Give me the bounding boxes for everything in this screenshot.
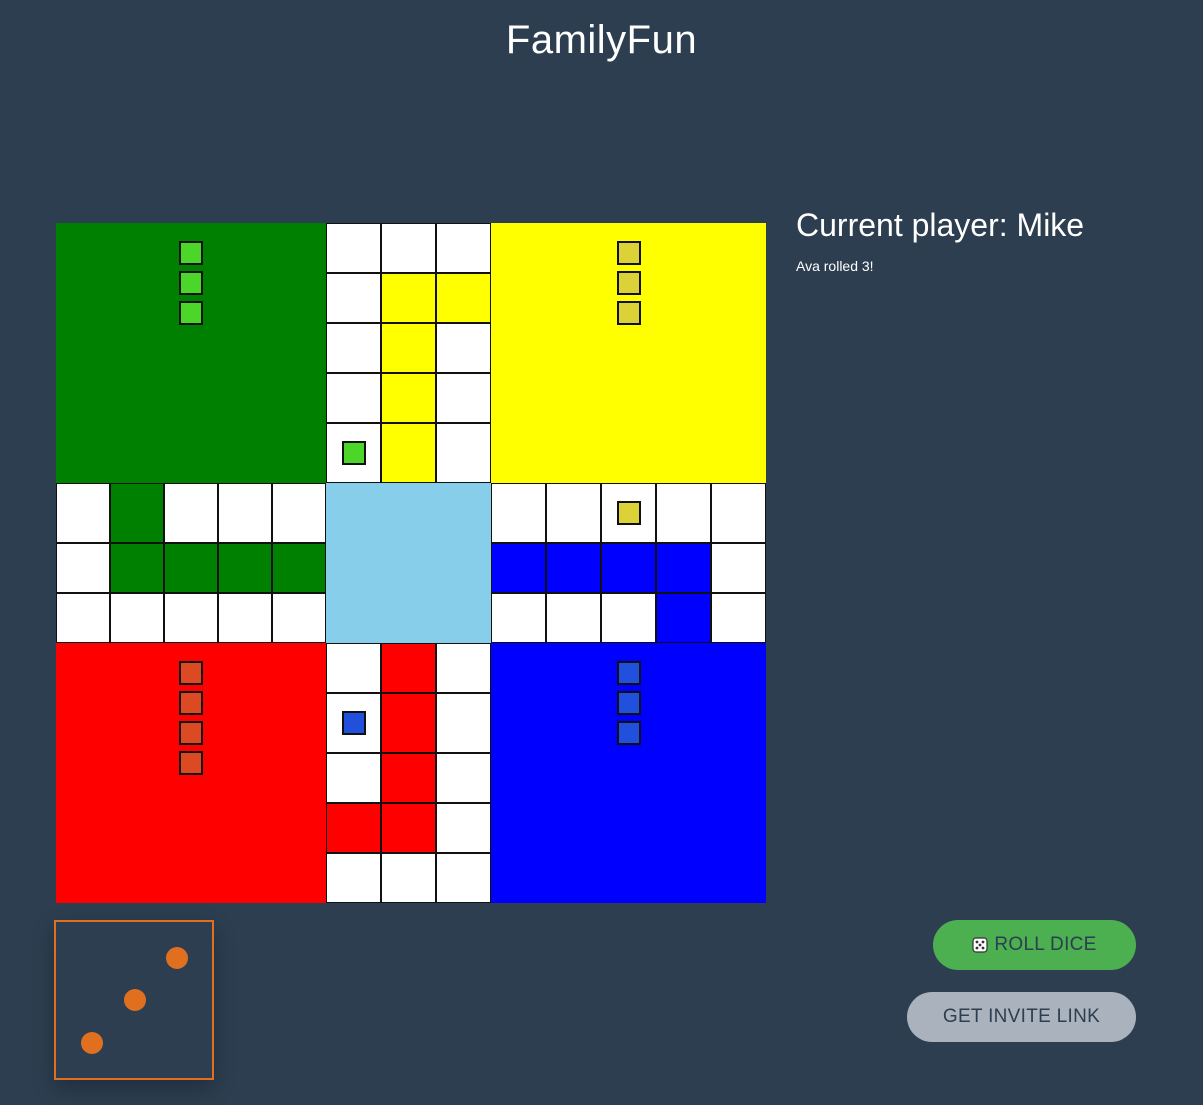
board-cell[interactable] [110, 593, 164, 643]
board-cell[interactable] [436, 323, 491, 373]
board-cell[interactable] [56, 543, 110, 593]
board-cell[interactable] [546, 543, 601, 593]
board-cell[interactable] [436, 853, 491, 903]
board-cell[interactable] [711, 483, 766, 543]
board-cell[interactable] [711, 543, 766, 593]
board-cell[interactable] [656, 543, 711, 593]
board-cell[interactable] [656, 593, 711, 643]
board-cell[interactable] [164, 593, 218, 643]
blue-token[interactable] [617, 661, 641, 685]
board-cell[interactable] [436, 803, 491, 853]
center-home [326, 483, 491, 643]
get-invite-link-button[interactable]: GET INVITE LINK [907, 992, 1136, 1042]
board-cell[interactable] [164, 483, 218, 543]
dice-face [54, 920, 214, 1080]
board-cell[interactable] [326, 223, 381, 273]
board-cell[interactable] [711, 593, 766, 643]
red-token[interactable] [179, 691, 203, 715]
board-cell[interactable] [272, 483, 326, 543]
board-cell[interactable] [436, 223, 491, 273]
yellow-token[interactable] [617, 301, 641, 325]
blue-token[interactable] [617, 691, 641, 715]
blue-token[interactable] [342, 711, 366, 735]
board-cell[interactable] [436, 423, 491, 483]
board-cell[interactable] [381, 643, 436, 693]
board-cell[interactable] [381, 423, 436, 483]
board-cell[interactable] [326, 643, 381, 693]
dice-icon [972, 937, 988, 953]
board-cell[interactable] [491, 593, 546, 643]
yellow-token[interactable] [617, 241, 641, 265]
board-cell[interactable] [601, 543, 656, 593]
board-cell[interactable] [381, 223, 436, 273]
game-board [56, 223, 766, 903]
red-token[interactable] [179, 661, 203, 685]
board-cell[interactable] [326, 273, 381, 323]
blue-token[interactable] [617, 721, 641, 745]
board-cell[interactable] [218, 483, 272, 543]
board-cell[interactable] [272, 543, 326, 593]
yellow-token[interactable] [617, 501, 641, 525]
board-cell[interactable] [218, 543, 272, 593]
board-cell[interactable] [326, 323, 381, 373]
board-cell[interactable] [218, 593, 272, 643]
get-invite-link-label: GET INVITE LINK [942, 1006, 1101, 1027]
board-cell[interactable] [381, 273, 436, 323]
board-cell[interactable] [272, 593, 326, 643]
board-cell[interactable] [381, 693, 436, 753]
roll-message: Ava rolled 3! [796, 258, 874, 274]
app-title: FamilyFun [505, 18, 698, 62]
dice-pip [166, 947, 188, 969]
board-cell[interactable] [56, 593, 110, 643]
board-cell[interactable] [546, 483, 601, 543]
current-player-label: Current player: Mike [796, 207, 1085, 243]
board-cell[interactable] [326, 853, 381, 903]
board-cell[interactable] [491, 483, 546, 543]
board-cell[interactable] [110, 543, 164, 593]
board-cell[interactable] [381, 323, 436, 373]
board-cell[interactable] [436, 273, 491, 323]
dice-pip [124, 989, 146, 1011]
board-cell[interactable] [656, 483, 711, 543]
board-cell[interactable] [164, 543, 218, 593]
board-cell[interactable] [326, 373, 381, 423]
board-cell[interactable] [546, 593, 601, 643]
board-cell[interactable] [56, 483, 110, 543]
board-cell[interactable] [436, 693, 491, 753]
board-cell[interactable] [326, 753, 381, 803]
board-cell[interactable] [381, 753, 436, 803]
green-token[interactable] [179, 271, 203, 295]
yellow-token[interactable] [617, 271, 641, 295]
roll-dice-button[interactable]: ROLL DICE [933, 920, 1136, 970]
green-token[interactable] [179, 301, 203, 325]
red-token[interactable] [179, 721, 203, 745]
board-cell[interactable] [326, 803, 381, 853]
board-cell[interactable] [381, 853, 436, 903]
board-cell[interactable] [491, 543, 546, 593]
roll-dice-label: ROLL DICE [994, 934, 1097, 955]
board-cell[interactable] [110, 483, 164, 543]
red-token[interactable] [179, 751, 203, 775]
board-cell[interactable] [381, 373, 436, 423]
green-token[interactable] [179, 241, 203, 265]
board-cell[interactable] [436, 643, 491, 693]
dice-pip [81, 1032, 103, 1054]
board-cell[interactable] [381, 803, 436, 853]
board-cell[interactable] [601, 593, 656, 643]
green-token[interactable] [342, 441, 366, 465]
board-cell[interactable] [436, 753, 491, 803]
board-cell[interactable] [436, 373, 491, 423]
